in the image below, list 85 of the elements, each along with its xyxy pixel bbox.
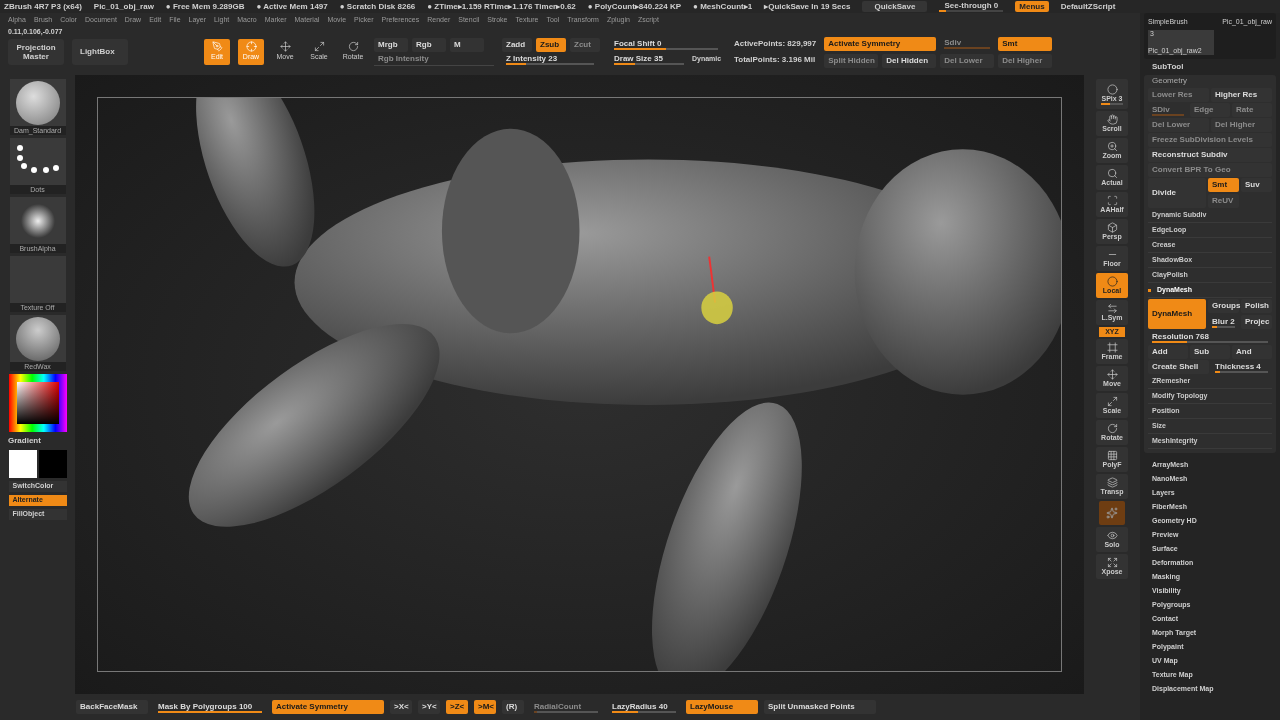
toolbar-icon	[1106, 342, 1118, 353]
app-title: ZBrush 4R7 P3 (x64)	[4, 0, 82, 13]
toolbar-icon	[1106, 557, 1118, 568]
toggle-button[interactable]: DynaMesh	[1148, 299, 1206, 329]
slider[interactable]: Blur 2	[1208, 315, 1239, 329]
toggle-button[interactable]: Split Unmasked Points	[764, 700, 876, 714]
mode-icon	[313, 41, 325, 53]
toolbar-icon	[1106, 396, 1118, 407]
mode-icon	[279, 41, 291, 53]
menus-button[interactable]: Menus	[1015, 1, 1049, 12]
toolbar-icon	[1106, 450, 1118, 461]
slider[interactable]: Draw Size 35	[610, 52, 688, 67]
toggle-button[interactable]: Zsub	[536, 37, 566, 52]
toggle-button[interactable]: Polish	[1241, 299, 1272, 313]
status-reading: ● ZTime▸1.159 RTime▸1.176 Timer▸0.62	[427, 0, 576, 13]
status-reading: ● MeshCount▸1	[693, 0, 753, 13]
total-points-readout: TotalPoints: 3.196 Mil	[734, 54, 817, 66]
toggle-button[interactable]: Create Shell	[1148, 360, 1209, 374]
toggle-button[interactable]: Activate Symmetry	[824, 36, 937, 51]
slider[interactable]: Thickness 4	[1211, 360, 1272, 374]
mode-icon	[211, 41, 223, 53]
toggle-button[interactable]: (R)	[502, 700, 524, 714]
toggle-button[interactable]: Sub	[1190, 345, 1230, 359]
toggle-button[interactable]: Del Hidden	[882, 53, 937, 68]
status-reading: ● Scratch Disk 8266	[339, 0, 416, 13]
toolbar-icon	[1106, 141, 1118, 152]
mode-icon	[347, 41, 359, 53]
gradient-label[interactable]: Gradient	[0, 435, 41, 447]
quicksave-info: ▸QuickSave In 19 Secs	[764, 0, 851, 13]
status-reading: ● Free Mem 9.289GB	[165, 0, 245, 13]
status-reading: ● PolyCount▸840.224 KP	[587, 0, 682, 13]
toggle-button[interactable]: >X<	[390, 700, 412, 714]
see-through-slider[interactable]: See-through 0	[939, 1, 1004, 12]
toolbar-icon	[1106, 168, 1118, 179]
slider[interactable]: Mask By Polygroups 100	[154, 700, 266, 714]
main-color-swatch[interactable]	[8, 450, 37, 478]
toggle-button[interactable]: Reconstruct Subdiv	[1148, 148, 1272, 162]
toolbar-icon	[1106, 369, 1118, 380]
slider[interactable]: Z Intensity 23	[502, 52, 598, 67]
toggle-button[interactable]: Add	[1148, 345, 1188, 359]
toggle-button[interactable]: Divide	[1148, 178, 1206, 208]
toggle-button[interactable]: M	[450, 38, 484, 52]
toggle-button[interactable]: Rgb	[412, 38, 446, 52]
toolbar-icon	[1106, 83, 1118, 95]
slider[interactable]: LazyRadius 40	[608, 700, 680, 714]
toolbar-icon	[1106, 276, 1118, 287]
toggle-button[interactable]: >Z<	[446, 700, 468, 714]
toolbar-icon	[1106, 530, 1118, 541]
secondary-color-swatch[interactable]	[38, 450, 67, 478]
toggle-button[interactable]: Projec	[1241, 315, 1272, 329]
geometry-header[interactable]: Geometry	[1148, 75, 1272, 87]
toggle-button[interactable]: >Y<	[418, 700, 440, 714]
toggle-button[interactable]: Activate Symmetry	[272, 700, 384, 714]
toolbar-button[interactable]	[1099, 501, 1125, 525]
status-reading: ● Active Mem 1497	[256, 0, 328, 13]
projection-master-button[interactable]: Projection Master	[8, 39, 64, 65]
toggle-button[interactable]: >M<	[474, 700, 496, 714]
toggle-button[interactable]: Smt	[1208, 178, 1239, 192]
toggle-button[interactable]: Smt	[998, 36, 1053, 51]
quicksave-button[interactable]: QuickSave	[862, 1, 928, 12]
toggle-button[interactable]: And	[1232, 345, 1272, 359]
mode-icon	[245, 41, 257, 53]
script-name: DefaultZScript	[1060, 0, 1116, 13]
toggle-button[interactable]: Mrgb	[374, 38, 408, 52]
toggle-button[interactable]: Suv	[1241, 178, 1272, 192]
slider[interactable]: Focal Shift 0	[610, 37, 722, 52]
lightbox-button[interactable]: LightBox	[72, 39, 128, 65]
slider[interactable]: Resolution 768	[1148, 330, 1272, 344]
toolbar-icon	[1106, 507, 1118, 519]
toolbar-icon	[1106, 423, 1118, 434]
toolbar-icon	[1106, 195, 1118, 206]
toolbar-icon	[1106, 303, 1118, 314]
toggle-button[interactable]: Zadd	[502, 37, 532, 52]
active-points-readout: ActivePoints: 829,997	[734, 38, 817, 50]
toggle-button[interactable]: LazyMouse	[686, 700, 758, 714]
toolbar-icon	[1106, 477, 1118, 488]
toggle-button[interactable]: BackFaceMask	[76, 700, 148, 714]
document-title: Pic_01_obj_raw	[93, 0, 154, 13]
brush-cursor-icon	[701, 256, 733, 325]
toolbar-icon	[1106, 222, 1118, 233]
toolbar-icon	[1106, 114, 1118, 125]
toggle-button[interactable]: Groups	[1208, 299, 1239, 313]
toggle-button[interactable]: Higher Res	[1211, 88, 1272, 102]
subtool-header[interactable]: SubTool	[1144, 60, 1276, 74]
color-picker[interactable]	[8, 374, 67, 432]
